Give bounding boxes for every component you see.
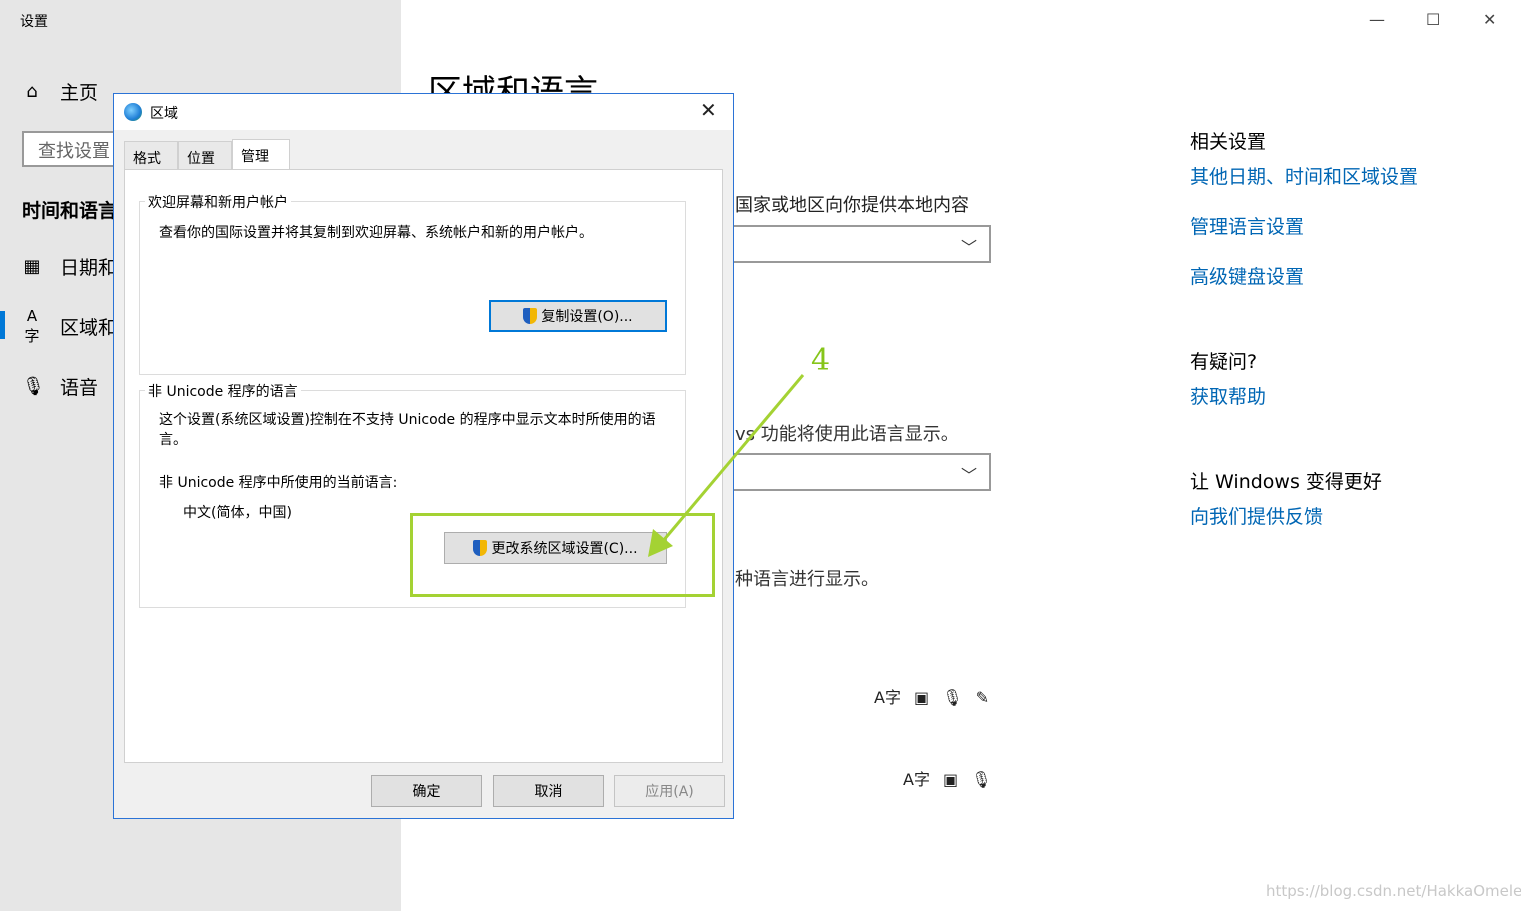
watermark: https://blog.csdn.net/HakkaOmelet: [1266, 882, 1521, 900]
annotation-arrow: [648, 374, 805, 557]
